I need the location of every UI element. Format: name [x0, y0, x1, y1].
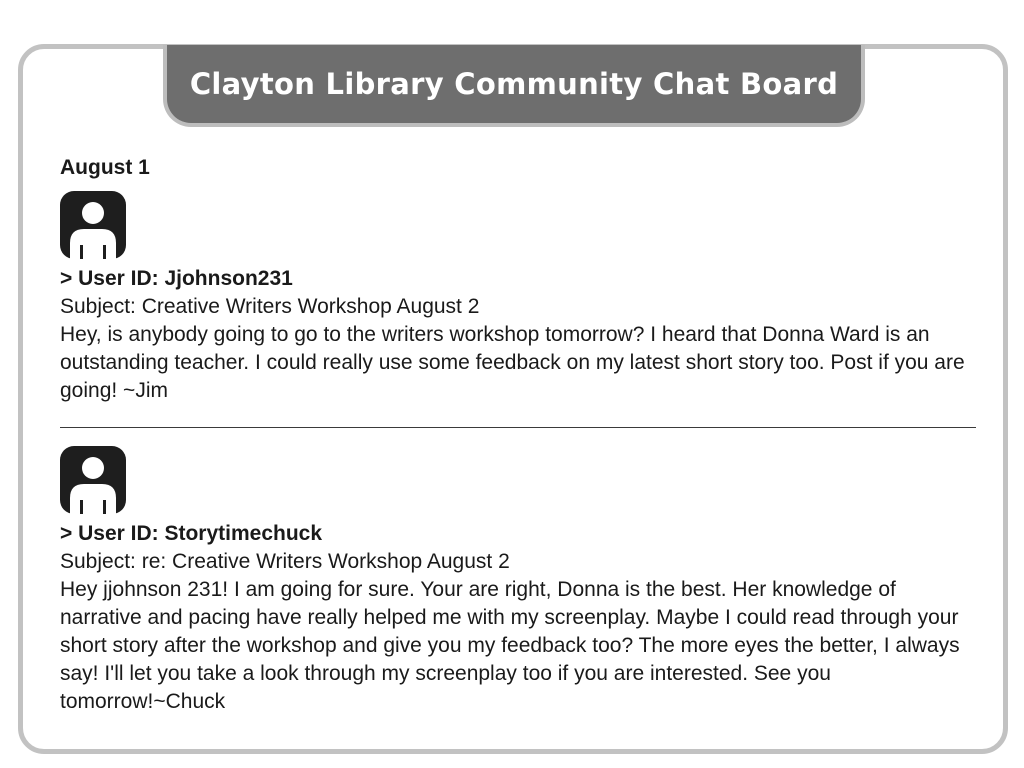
post-subject: Subject: Creative Writers Workshop Augus… — [60, 295, 480, 318]
user-avatar-icon[interactable] — [60, 191, 126, 259]
post-body: Hey, is anybody going to go to the write… — [60, 323, 965, 402]
user-avatar-icon[interactable] — [60, 446, 126, 514]
post-user-id[interactable]: > User ID: Jjohnson231 — [60, 265, 980, 293]
post-date: August 1 — [60, 156, 150, 179]
post-body: Hey jjohnson 231! I am going for sure. Y… — [60, 578, 960, 713]
post-item: > User ID: Jjohnson231 Subject: Creative… — [60, 191, 980, 405]
post-item: > User ID: Storytimechuck Subject: re: C… — [60, 446, 980, 716]
post-divider — [60, 427, 976, 428]
title-banner: Clayton Library Community Chat Board — [163, 45, 865, 127]
chat-board-frame: Clayton Library Community Chat Board Aug… — [18, 44, 1008, 754]
board-title: Clayton Library Community Chat Board — [189, 67, 839, 101]
post-subject: Subject: re: Creative Writers Workshop A… — [60, 550, 510, 573]
post-user-id[interactable]: > User ID: Storytimechuck — [60, 520, 980, 548]
